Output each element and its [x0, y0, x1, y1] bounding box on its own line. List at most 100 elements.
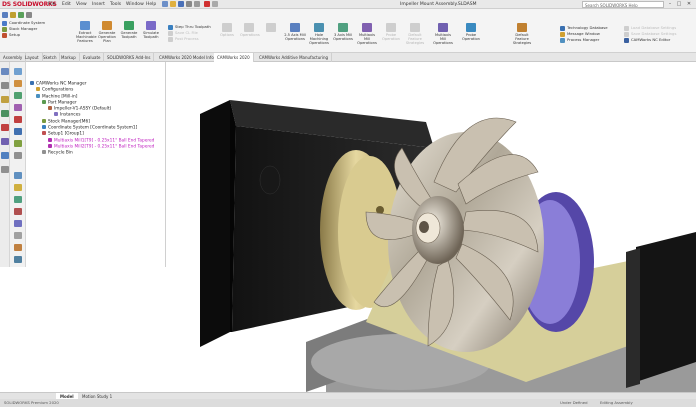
label: Operations — [240, 33, 260, 37]
side-tool-12-icon[interactable] — [14, 208, 22, 215]
two-five-axis-button[interactable]: 2.5 Axis Mill Operations — [284, 23, 306, 41]
side-tool-2-icon[interactable] — [14, 80, 22, 87]
side-tool-15-icon[interactable] — [14, 244, 22, 251]
tree-node-icon — [48, 137, 52, 142]
cam-feature-tree-icon[interactable] — [1, 138, 9, 145]
probe-button-dim[interactable]: Probe Operation — [380, 23, 402, 41]
label: Post Process — [175, 36, 199, 41]
maximize-button[interactable]: □ — [675, 1, 683, 8]
property-manager-icon[interactable] — [1, 82, 9, 89]
side-tool-14-icon[interactable] — [14, 232, 22, 239]
operation-plan-button[interactable]: Generate Operation Plan — [98, 21, 116, 43]
cam-side-toolbar — [10, 62, 26, 267]
cam-tools-tree-icon[interactable] — [1, 166, 9, 173]
side-tool-16-icon[interactable] — [14, 256, 22, 263]
tab-solidworks-addins[interactable]: SOLIDWORKS Add-Ins — [104, 53, 155, 62]
default-feature-strategies-button[interactable]: Default Feature Strategies — [510, 23, 534, 45]
help-search-input[interactable]: Search SOLIDWORKS Help — [582, 1, 664, 8]
multiaxis-button-2[interactable]: Multiaxis Mill Operations — [432, 23, 454, 45]
side-tool-11-icon[interactable] — [14, 196, 22, 203]
operations-icon — [244, 23, 254, 32]
tree-node-label: Recycle Bin — [48, 150, 73, 156]
ribbon-icon-3[interactable] — [18, 12, 24, 18]
side-tool-6-icon[interactable] — [14, 128, 22, 135]
tree-node-icon — [42, 150, 46, 155]
label: Message Window — [567, 31, 600, 36]
label: Simulate Toolpath — [143, 31, 159, 39]
menu-tools[interactable]: Tools — [110, 2, 121, 7]
undo-icon[interactable] — [194, 1, 200, 7]
open-icon[interactable] — [170, 1, 176, 7]
three-axis-button[interactable]: 3 Axis Mill Operations — [332, 23, 354, 41]
ribbon-icon-4[interactable] — [26, 12, 32, 18]
label: Stock Manager — [9, 26, 38, 31]
multiaxis-button[interactable]: Multiaxis Mill Operations — [356, 23, 378, 45]
setup-command[interactable]: Setup — [2, 32, 70, 38]
spacer-button[interactable] — [262, 23, 280, 33]
options-gear-icon[interactable] — [212, 1, 218, 7]
operations-button[interactable]: Operations — [240, 23, 260, 37]
side-tool-5-icon[interactable] — [14, 116, 22, 123]
extract-features-button[interactable]: Extract Machinable Features — [76, 21, 97, 43]
graphics-viewport[interactable] — [166, 62, 696, 392]
menu-view[interactable]: View — [76, 2, 87, 7]
tree-node-label: Setup1 [Group1] — [48, 131, 84, 137]
side-tool-3-icon[interactable] — [14, 92, 22, 99]
tab-camworks-model-info[interactable]: CAMWorks 2020 Model Info — [156, 53, 218, 62]
menu-window[interactable]: Window — [126, 2, 144, 7]
simulate-toolpath-button[interactable]: Simulate Toolpath — [142, 21, 160, 39]
tab-evaluate[interactable]: Evaluate — [80, 53, 105, 62]
tree-node[interactable]: Recycle Bin — [30, 150, 164, 156]
probe-operation-icon — [466, 23, 476, 32]
menu-edit[interactable]: Edit — [62, 2, 71, 7]
menu-file[interactable]: File — [48, 2, 56, 7]
hole-machining-button[interactable]: Hole Machining Operations — [308, 23, 330, 45]
print-icon[interactable] — [186, 1, 192, 7]
feature-tree-icon[interactable] — [1, 68, 9, 75]
save-icon[interactable] — [178, 1, 184, 7]
document-title: Impeller Mount Assembly.SLDASM — [400, 2, 477, 7]
side-tool-4-icon[interactable] — [14, 104, 22, 111]
probe-operation-button[interactable]: Probe Operation — [460, 23, 482, 41]
menu-help[interactable]: Help — [146, 2, 156, 7]
config-manager-icon[interactable] — [1, 96, 9, 103]
command-manager: Coordinate System Stock Manager Setup Ex… — [0, 9, 696, 53]
ds-logo-mark: DS — [2, 1, 11, 8]
database-group: Technology Database Message Window Proce… — [560, 25, 624, 43]
ribbon-icon-1[interactable] — [2, 12, 8, 18]
close-button[interactable]: ✕ — [685, 1, 693, 8]
ribbon-icon-2[interactable] — [10, 12, 16, 18]
side-tool-13-icon[interactable] — [14, 220, 22, 227]
dim-xpert-icon[interactable] — [1, 110, 9, 117]
tab-camworks-2020[interactable]: CAMWorks 2020 — [214, 53, 254, 62]
new-icon[interactable] — [162, 1, 168, 7]
process-manager-command[interactable]: Process Manager — [560, 37, 624, 43]
options-button[interactable]: Options — [218, 23, 236, 37]
tree-list: CAMWorks NC Manager Configurations Machine… — [30, 81, 164, 157]
display-manager-icon[interactable] — [1, 124, 9, 131]
label: Save CL File — [175, 30, 198, 35]
side-tool-7-icon[interactable] — [14, 140, 22, 147]
generate-toolpath-button[interactable]: Generate Toolpath — [120, 21, 138, 39]
label: Generate Toolpath — [120, 31, 138, 39]
tree-node-label: CAMWorks NC Manager — [36, 81, 87, 87]
side-tool-9-icon[interactable] — [14, 172, 22, 179]
tree-node-icon — [30, 81, 34, 85]
label: Probe Operation — [462, 33, 480, 41]
side-tool-8-icon[interactable] — [14, 152, 22, 159]
feature-strategies-button-dim[interactable]: Default Feature Strategies — [404, 23, 426, 45]
camworks-feature-tree: CAMWorks NC Manager Configurations Machine… — [26, 62, 166, 267]
minimize-button[interactable]: – — [666, 1, 674, 8]
nc-editor-command[interactable]: CAMWorks NC Editor — [624, 37, 696, 43]
label: 3 Axis Mill Operations — [333, 33, 353, 41]
side-tool-10-icon[interactable] — [14, 184, 22, 191]
cam-operation-tree-icon[interactable] — [1, 152, 9, 159]
tab-markup[interactable]: Markup — [58, 53, 80, 62]
tree-node-icon — [48, 106, 52, 111]
side-tool-1-icon[interactable] — [14, 68, 22, 75]
status-bar: SOLIDWORKS Premium 2020 Under Defined Ed… — [0, 399, 696, 407]
tree-node-label: Multiaxis Mill2[T9] - 0.25x11° Ball End … — [54, 144, 155, 150]
menu-insert[interactable]: Insert — [92, 2, 105, 7]
rebuild-icon[interactable] — [204, 1, 210, 7]
tab-camworks-additive[interactable]: CAMWorks Additive Manufacturing — [256, 53, 333, 62]
